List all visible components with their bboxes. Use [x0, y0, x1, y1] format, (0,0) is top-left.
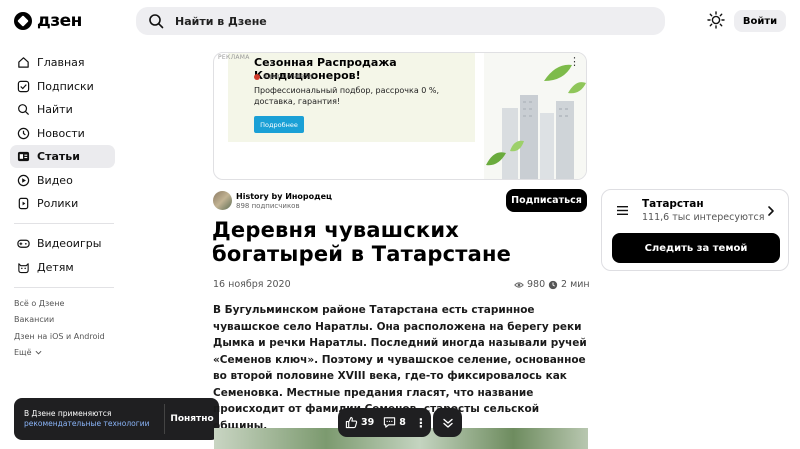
follow-topic-button[interactable]: Следить за темой: [612, 233, 780, 263]
shorts-icon: [18, 197, 29, 210]
ad-buildings-image: [484, 53, 586, 179]
footer-link-more-label: Ещё: [14, 348, 32, 358]
comment-icon: [384, 417, 396, 428]
author-avatar[interactable]: [213, 191, 232, 210]
sidebar-item-label: Статьи: [37, 150, 80, 163]
sidebar-item-video[interactable]: Видео: [10, 169, 115, 192]
reaction-bar: 39 8 ⋮: [338, 408, 431, 437]
views-value: 980: [527, 279, 546, 290]
recommendation-tech-link[interactable]: рекомендательные технологии: [24, 419, 164, 429]
sidebar-item-label: Ролики: [37, 197, 79, 210]
topic-card: Татарстан 111,6 тыс интересуются Следить…: [601, 189, 789, 271]
dzen-logo[interactable]: дзен: [14, 11, 82, 31]
menu-lines-icon: [617, 206, 628, 215]
footer-link-jobs[interactable]: Вакансии: [10, 312, 115, 328]
ad-description: Профессиональный подбор, рассрочка 0 %, …: [254, 86, 440, 106]
comments-button[interactable]: 8: [383, 416, 406, 429]
sidebar-item-label: Главная: [37, 56, 85, 69]
thumbs-up-icon: [345, 416, 358, 429]
views-count: 980: [514, 279, 545, 290]
search-icon: [18, 104, 30, 116]
likes-count: 39: [361, 417, 375, 428]
sidebar-item-label: Найти: [37, 103, 73, 116]
sidebar-item-label: Новости: [37, 126, 85, 140]
sidebar-item-find[interactable]: Найти: [10, 98, 115, 121]
scroll-down-button[interactable]: [433, 408, 462, 437]
chevron-right-icon[interactable]: [766, 205, 776, 217]
read-time-value: 2 мин: [561, 279, 590, 290]
news-icon: [17, 127, 30, 139]
article-date: 16 ноября 2020: [213, 279, 291, 290]
kids-icon: [18, 262, 29, 273]
cookie-toast-message: В Дзене применяются: [24, 409, 112, 418]
footer-link-about[interactable]: Всё о Дзене: [10, 296, 115, 312]
author-name[interactable]: History by Инородец: [236, 192, 332, 201]
sidebar-item-videogames[interactable]: Видеоигры: [10, 232, 115, 255]
ad-more-icon[interactable]: ⋮: [569, 56, 580, 67]
gamepad-icon: [17, 239, 30, 248]
sidebar-divider: [14, 223, 114, 224]
home-icon: [18, 57, 29, 68]
sidebar-nav: Главная Подписки Найти Новости Статьи Ви…: [10, 51, 115, 361]
ad-banner[interactable]: Сезонная Распродажа Кондиционеров! super…: [213, 52, 587, 180]
article-title: Деревня чувашских богатырей в Татарстане: [212, 218, 512, 266]
eye-icon: [514, 281, 524, 288]
search-placeholder: Найти в Дзене: [175, 14, 267, 28]
theme-toggle-sun-icon[interactable]: [707, 11, 725, 29]
double-chevron-down-icon: [442, 418, 453, 428]
like-button[interactable]: 39: [345, 416, 374, 429]
footer-link-more[interactable]: Ещё: [10, 344, 115, 360]
sidebar-item-news[interactable]: Новости: [10, 122, 115, 145]
search-input[interactable]: Найти в Дзене: [136, 7, 665, 35]
sidebar-item-label: Видео: [37, 173, 73, 187]
sidebar-item-articles[interactable]: Статьи: [10, 145, 115, 168]
ad-domain-text: super-climate.by: [263, 73, 314, 80]
video-icon: [17, 174, 30, 186]
topic-followers: 111,6 тыс интересуются: [642, 212, 765, 223]
ad-domain: super-climate.by: [254, 73, 313, 80]
sidebar-item-label: Детям: [37, 260, 74, 274]
articles-icon: [17, 151, 30, 162]
dzen-logo-icon: [14, 12, 32, 30]
ad-cta-button[interactable]: Подробнее: [254, 116, 304, 133]
sidebar-item-label: Подписки: [37, 79, 94, 93]
subscriptions-icon: [17, 80, 30, 92]
more-actions-icon[interactable]: ⋮: [415, 417, 427, 429]
ad-label: РЕКЛАМА: [218, 54, 250, 61]
sidebar-divider: [14, 286, 114, 288]
ad-favicon-icon: [254, 73, 260, 80]
sidebar-item-shorts[interactable]: Ролики: [10, 192, 115, 215]
sidebar-item-subscriptions[interactable]: Подписки: [10, 75, 115, 98]
footer-link-apps[interactable]: Дзен на iOS и Android: [10, 328, 115, 344]
login-button[interactable]: Войти: [734, 10, 786, 32]
logo-text: дзен: [37, 11, 82, 31]
comments-count: 8: [399, 417, 406, 428]
cookie-toast: В Дзене применяются рекомендательные тех…: [14, 398, 219, 440]
cookie-toast-text: В Дзене применяются рекомендательные тех…: [14, 409, 164, 429]
sidebar-item-kids[interactable]: Детям: [10, 256, 115, 279]
read-time: 2 мин: [548, 279, 590, 290]
sidebar-item-home[interactable]: Главная: [10, 51, 115, 74]
topic-name[interactable]: Татарстан: [642, 198, 704, 210]
clock-icon: [548, 280, 558, 289]
chevron-down-icon: [35, 350, 41, 355]
search-icon: [149, 14, 164, 29]
cookie-ok-button[interactable]: Понятно: [165, 414, 219, 424]
ad-text-panel: Сезонная Распродажа Кондиционеров! super…: [228, 53, 475, 142]
subscribe-button[interactable]: Подписаться: [506, 189, 587, 212]
sidebar-item-label: Видеоигры: [37, 237, 102, 250]
author-subscribers: 898 подписчиков: [236, 202, 300, 210]
